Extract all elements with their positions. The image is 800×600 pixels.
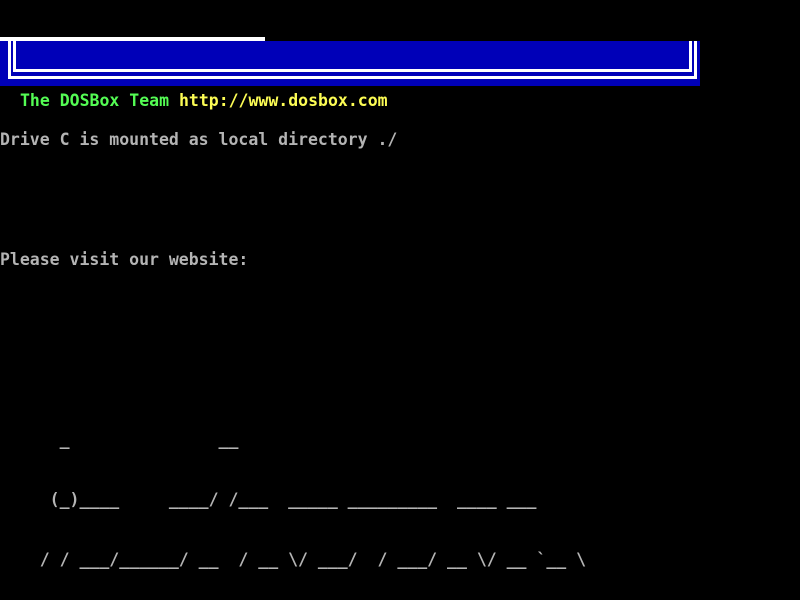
blank-line bbox=[0, 190, 800, 210]
website-line: Please visit our website: bbox=[0, 250, 800, 270]
ascii-art-line: _ __ bbox=[0, 430, 800, 450]
banner-border-bottom-inner bbox=[13, 69, 692, 72]
dosbox-banner: The DOSBox Team http://www.dosbox.com bbox=[0, 41, 700, 86]
blank-line bbox=[0, 310, 800, 330]
banner-border-left-outer bbox=[8, 41, 11, 79]
banner-border-right-inner bbox=[689, 41, 692, 72]
ascii-art-line: (_)____ ____/ /___ _____ _________ ____ … bbox=[0, 490, 800, 510]
console-output: Drive C is mounted as local directory ./… bbox=[0, 90, 800, 600]
banner-border-bottom-outer bbox=[8, 76, 697, 79]
banner-border-right-outer bbox=[694, 41, 697, 79]
dosbox-terminal-screen[interactable]: The DOSBox Team http://www.dosbox.com Dr… bbox=[0, 0, 800, 600]
ascii-art-line: / / ___/______/ __ / __ \/ ___/ / ___/ _… bbox=[0, 550, 800, 570]
ascii-art-logo: _ __ (_)____ ____/ /___ _____ _________ … bbox=[0, 390, 800, 600]
banner-border-left-inner bbox=[13, 41, 16, 72]
banner-top-border-remnant bbox=[0, 37, 265, 41]
mount-line: Drive C is mounted as local directory ./ bbox=[0, 130, 800, 150]
